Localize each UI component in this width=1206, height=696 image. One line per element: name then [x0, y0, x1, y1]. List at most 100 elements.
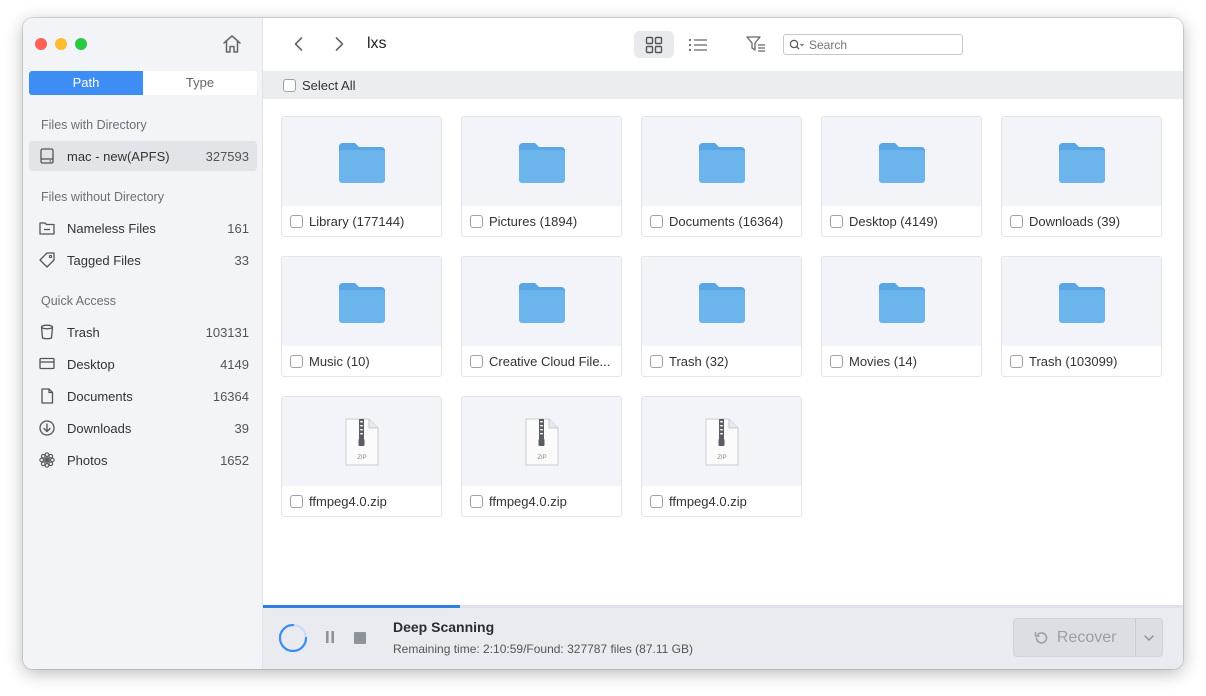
- folder-card[interactable]: Downloads (39): [1001, 116, 1162, 237]
- item-thumbnail: [1002, 257, 1161, 346]
- item-name: Trash (32): [669, 354, 729, 369]
- item-thumbnail: [282, 257, 441, 346]
- list-icon: [688, 38, 707, 51]
- path-type-segmented-control: Path Type: [29, 71, 257, 95]
- item-checkbox[interactable]: [290, 495, 303, 508]
- photos-label: Photos: [67, 452, 108, 468]
- item-checkbox[interactable]: [650, 495, 663, 508]
- sidebar: Path Type Files with Directory mac - new…: [23, 18, 263, 669]
- scan-title: Deep Scanning: [393, 619, 495, 635]
- sidebar-item-downloads[interactable]: Downloads 39: [29, 413, 257, 443]
- item-checkbox[interactable]: [830, 355, 843, 368]
- folder-icon: [518, 142, 565, 183]
- pause-icon[interactable]: [323, 630, 337, 644]
- main-panel: lxs Select All Library (177144) Pictures …: [263, 18, 1183, 669]
- item-checkbox[interactable]: [470, 215, 483, 228]
- item-thumbnail: [1002, 117, 1161, 206]
- photos-count: 1652: [220, 452, 249, 468]
- item-checkbox[interactable]: [470, 495, 483, 508]
- item-checkbox[interactable]: [470, 355, 483, 368]
- folder-card[interactable]: Library (177144): [281, 116, 442, 237]
- list-view-button[interactable]: [683, 31, 713, 58]
- item-caption: ffmpeg4.0.zip: [462, 486, 621, 516]
- folder-card[interactable]: Movies (14): [821, 256, 982, 377]
- sidebar-item-desktop[interactable]: Desktop 4149: [29, 349, 257, 379]
- minimize-window-button[interactable]: [55, 38, 67, 50]
- item-thumbnail: [462, 257, 621, 346]
- section-title-files-without-directory: Files without Directory: [41, 190, 164, 204]
- folder-card[interactable]: Trash (103099): [1001, 256, 1162, 377]
- item-checkbox[interactable]: [650, 355, 663, 368]
- nameless-files-count: 161: [227, 220, 249, 236]
- item-caption: Trash (32): [642, 346, 801, 376]
- sidebar-item-photos[interactable]: Photos 1652: [29, 445, 257, 475]
- folder-card[interactable]: Documents (16364): [641, 116, 802, 237]
- sidebar-item-trash[interactable]: Trash 103131: [29, 317, 257, 347]
- item-thumbnail: ZIP: [462, 397, 621, 486]
- tagged-files-count: 33: [234, 252, 249, 268]
- document-icon: [37, 386, 57, 406]
- item-checkbox[interactable]: [1010, 355, 1023, 368]
- tab-type[interactable]: Type: [143, 71, 257, 95]
- item-caption: Movies (14): [822, 346, 981, 376]
- chevron-down-icon: [1144, 634, 1154, 641]
- drive-count: 327593: [205, 148, 249, 164]
- item-thumbnail: [822, 117, 981, 206]
- grid-icon: [645, 36, 663, 53]
- folder-card[interactable]: Music (10): [281, 256, 442, 377]
- forward-icon[interactable]: [329, 34, 349, 54]
- item-name: Library (177144): [309, 214, 405, 229]
- item-thumbnail: ZIP: [282, 397, 441, 486]
- item-checkbox[interactable]: [290, 355, 303, 368]
- file-card[interactable]: ZIP ffmpeg4.0.zip: [641, 396, 802, 517]
- item-checkbox[interactable]: [830, 215, 843, 228]
- recover-button[interactable]: Recover: [1014, 619, 1137, 656]
- item-checkbox[interactable]: [1010, 215, 1023, 228]
- folder-card[interactable]: Pictures (1894): [461, 116, 622, 237]
- item-checkbox[interactable]: [290, 215, 303, 228]
- folder-card[interactable]: Desktop (4149): [821, 116, 982, 237]
- folder-icon: [1058, 142, 1105, 183]
- close-window-button[interactable]: [35, 38, 47, 50]
- sidebar-item-drive[interactable]: mac - new(APFS) 327593: [29, 141, 257, 171]
- zip-file-icon: ZIP: [525, 418, 558, 465]
- item-thumbnail: [642, 257, 801, 346]
- stop-icon[interactable]: [354, 632, 366, 644]
- grid-view-button[interactable]: [634, 31, 674, 58]
- item-caption: Documents (16364): [642, 206, 801, 236]
- folder-minus-icon: [37, 218, 57, 238]
- item-thumbnail: [642, 117, 801, 206]
- folder-card[interactable]: Trash (32): [641, 256, 802, 377]
- folder-icon: [698, 282, 745, 323]
- select-all-checkbox[interactable]: [283, 78, 296, 92]
- zip-file-icon: ZIP: [705, 418, 738, 465]
- item-caption: Music (10): [282, 346, 441, 376]
- tab-path[interactable]: Path: [29, 71, 143, 95]
- select-all-bar: Select All: [263, 71, 1183, 99]
- filter-icon[interactable]: [745, 33, 767, 55]
- documents-count: 16364: [212, 388, 249, 404]
- item-checkbox[interactable]: [650, 215, 663, 228]
- sidebar-item-tagged-files[interactable]: Tagged Files 33: [29, 245, 257, 275]
- trash-label: Trash: [67, 324, 100, 340]
- zip-badge-text: ZIP: [357, 455, 366, 461]
- sidebar-item-nameless-files[interactable]: Nameless Files 161: [29, 213, 257, 243]
- sidebar-item-documents[interactable]: Documents 16364: [29, 381, 257, 411]
- item-name: ffmpeg4.0.zip: [669, 494, 747, 509]
- zoom-window-button[interactable]: [75, 38, 87, 50]
- recover-icon: [1034, 631, 1048, 644]
- file-card[interactable]: ZIP ffmpeg4.0.zip: [461, 396, 622, 517]
- scan-status-text: Remaining time: 2:10:59/Found: 327787 fi…: [393, 642, 693, 656]
- tagged-files-label: Tagged Files: [67, 252, 141, 268]
- recover-options-dropdown[interactable]: [1136, 619, 1162, 656]
- documents-label: Documents: [67, 388, 133, 404]
- back-icon[interactable]: [289, 34, 309, 54]
- folder-card[interactable]: Creative Cloud File...: [461, 256, 622, 377]
- folder-icon: [1058, 282, 1105, 323]
- search-box[interactable]: [783, 34, 963, 55]
- file-card[interactable]: ZIP ffmpeg4.0.zip: [281, 396, 442, 517]
- search-input[interactable]: [809, 37, 949, 52]
- scan-status-bar: Deep Scanning Remaining time: 2:10:59/Fo…: [263, 605, 1183, 669]
- home-icon[interactable]: [221, 33, 243, 55]
- folder-icon: [698, 142, 745, 183]
